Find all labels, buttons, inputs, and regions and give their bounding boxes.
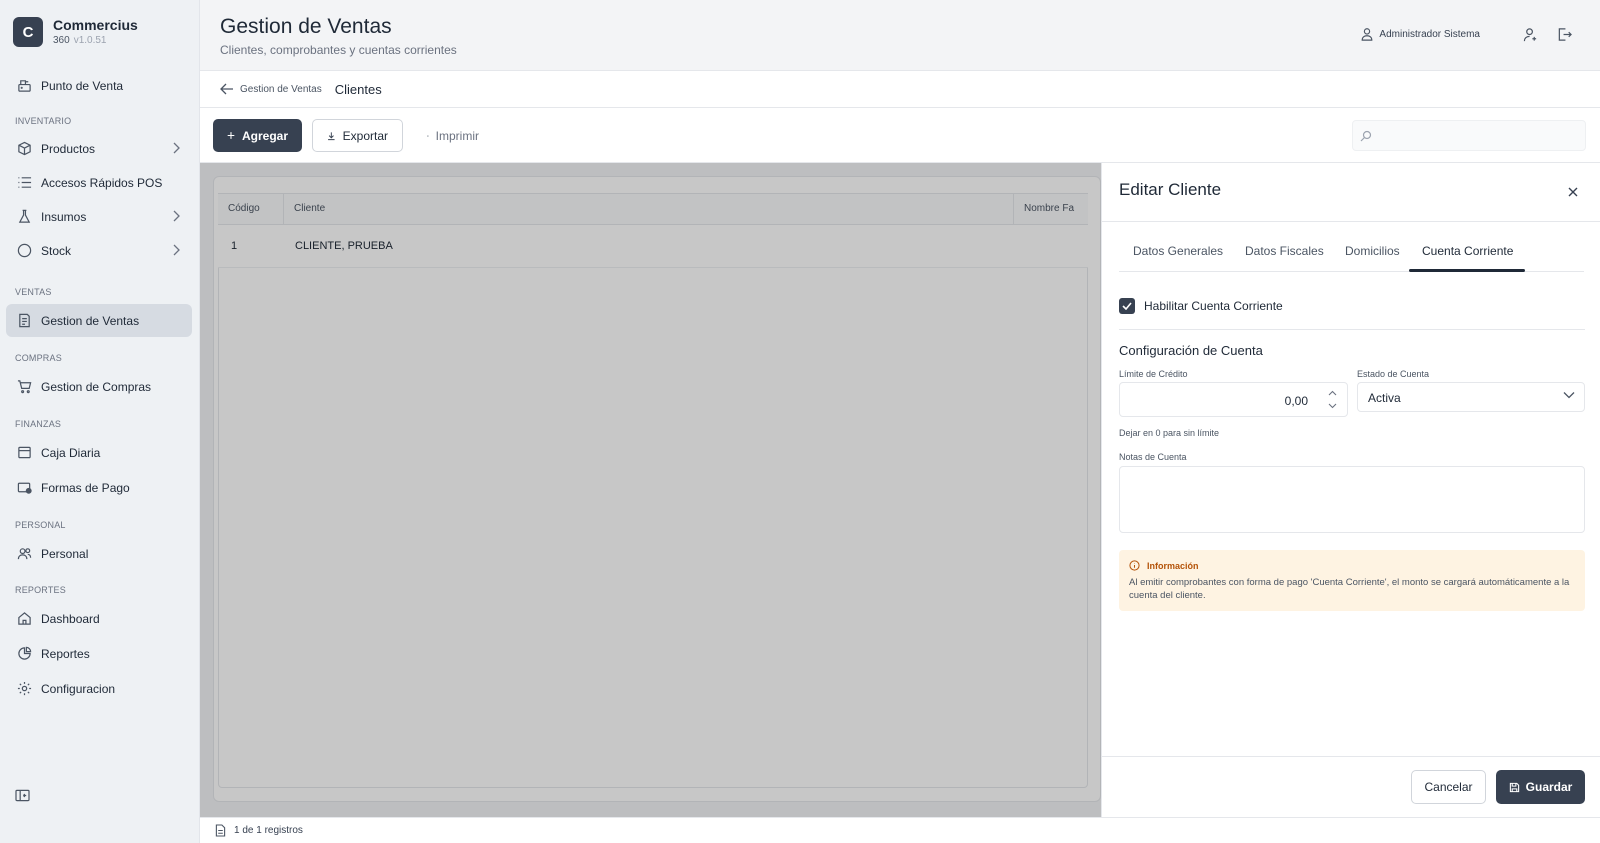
- nav-section-personal: PERSONAL: [15, 520, 66, 530]
- brand-version: v1.0.51: [73, 35, 107, 46]
- print-button[interactable]: Imprimir: [413, 119, 493, 152]
- cancel-button[interactable]: Cancelar: [1411, 770, 1486, 804]
- modal-backdrop[interactable]: [200, 163, 1101, 817]
- info-alert: Información Al emitir comprobantes con f…: [1119, 550, 1585, 611]
- nav-section-compras: COMPRAS: [15, 353, 62, 363]
- breadcrumb: Gestion de Ventas Clientes: [200, 71, 1600, 108]
- chart-icon: [16, 646, 32, 662]
- close-icon[interactable]: [1568, 184, 1578, 200]
- chevron-right-icon: [173, 244, 180, 256]
- sidebar-item-productos[interactable]: Productos: [6, 132, 192, 165]
- shopping-cart-icon: [16, 379, 32, 395]
- user-name: Administrador Sistema: [1379, 28, 1480, 40]
- notas-textarea[interactable]: [1119, 466, 1585, 533]
- tab-datos-fiscales[interactable]: Datos Fiscales: [1245, 244, 1324, 258]
- plus-icon: [227, 132, 235, 139]
- nav-section-ventas: VENTAS: [15, 287, 52, 297]
- tab-datos-generales[interactable]: Datos Generales: [1133, 244, 1223, 258]
- sidebar: C Commercius 360 v1.0.51 Punto de Venta I…: [0, 0, 200, 843]
- receipt-icon: [16, 313, 32, 329]
- sidebar-item-accesos-rapidos[interactable]: Accesos Rápidos POS: [6, 166, 192, 199]
- estado-cuenta-select[interactable]: Activa: [1357, 382, 1585, 412]
- list-icon: [16, 175, 32, 191]
- flask-icon: [16, 209, 32, 225]
- sidebar-item-formas-de-pago[interactable]: Formas de Pago: [6, 471, 192, 504]
- circle-icon: [16, 243, 32, 259]
- search-input[interactable]: [1352, 120, 1586, 151]
- topbar: Gestion de Ventas Clientes, comprobantes…: [200, 0, 1600, 71]
- nav-section-reportes: REPORTES: [15, 585, 66, 595]
- sidebar-item-gestion-compras[interactable]: Gestion de Compras: [6, 370, 192, 403]
- limite-credito-label: Límite de Crédito: [1119, 369, 1188, 379]
- chevron-right-icon: [173, 210, 180, 222]
- page-subtitle: Clientes, comprobantes y cuentas corrien…: [220, 43, 457, 57]
- limite-credito-input[interactable]: 0,00: [1119, 382, 1348, 417]
- page-title: Gestion de Ventas: [220, 15, 392, 38]
- breadcrumb-current: Clientes: [334, 81, 382, 97]
- box-icon: [16, 141, 32, 157]
- spin-up-icon: [1328, 390, 1337, 396]
- document-icon: [215, 824, 226, 837]
- save-button[interactable]: Guardar: [1496, 770, 1585, 804]
- info-text: Al emitir comprobantes con forma de pago…: [1129, 577, 1570, 601]
- checkbox-label: Habilitar Cuenta Corriente: [1144, 299, 1283, 313]
- sidebar-collapse-icon[interactable]: [15, 789, 30, 807]
- records-count: 1 de 1 registros: [234, 825, 303, 836]
- add-button[interactable]: Agregar: [213, 119, 302, 152]
- brand-sub: 360 v1.0.51: [53, 35, 107, 46]
- tab-domicilios[interactable]: Domicilios: [1345, 244, 1400, 258]
- status-footer: 1 de 1 registros: [200, 817, 1600, 843]
- cash-register-icon: [16, 78, 32, 94]
- estado-cuenta-value: Activa: [1368, 391, 1401, 405]
- limite-credito-value: 0,00: [1284, 394, 1308, 408]
- wallet-icon: [16, 480, 32, 496]
- brand-logo: C: [13, 17, 43, 47]
- user-settings-icon[interactable]: [1523, 27, 1538, 47]
- brand-name: Commercius: [53, 17, 138, 33]
- sidebar-item-dashboard[interactable]: Dashboard: [6, 602, 192, 635]
- drawer-tabs: Datos Generales Datos Fiscales Domicilio…: [1119, 236, 1584, 272]
- sidebar-item-personal[interactable]: Personal: [6, 537, 192, 570]
- checkbox-checked-icon: [1119, 298, 1135, 314]
- active-tab-indicator: [1409, 269, 1525, 272]
- breadcrumb-back-link[interactable]: Gestion de Ventas: [220, 83, 322, 95]
- section-title: Configuración de Cuenta: [1119, 343, 1263, 358]
- spin-down-icon: [1328, 403, 1337, 409]
- sidebar-item-gestion-ventas[interactable]: Gestion de Ventas: [6, 304, 192, 337]
- toolbar: Agregar Exportar Imprimir: [200, 108, 1600, 163]
- download-icon: [328, 131, 335, 140]
- home-icon: [16, 611, 32, 627]
- cash-box-icon: [16, 445, 32, 461]
- tab-cuenta-corriente[interactable]: Cuenta Corriente: [1422, 244, 1513, 258]
- drawer-title: Editar Cliente: [1119, 180, 1222, 199]
- sidebar-item-caja-diaria[interactable]: Caja Diaria: [6, 436, 192, 469]
- chevron-right-icon: [173, 142, 180, 154]
- export-button[interactable]: Exportar: [312, 119, 403, 152]
- arrow-left-icon: [220, 83, 233, 95]
- limite-hint: Dejar en 0 para sin límite: [1119, 428, 1220, 438]
- user-icon: [1362, 28, 1373, 41]
- nav-section-inventario: INVENTARIO: [15, 116, 72, 126]
- habilitar-cuenta-checkbox[interactable]: Habilitar Cuenta Corriente: [1119, 298, 1283, 314]
- nav-section-finanzas: FINANZAS: [15, 419, 62, 429]
- info-title: Información: [1129, 560, 1199, 571]
- sidebar-item-reportes[interactable]: Reportes: [6, 637, 192, 670]
- search-icon: [1360, 130, 1372, 142]
- edit-client-drawer: Editar Cliente Datos Generales Datos Fis…: [1101, 163, 1600, 817]
- gear-icon: [16, 681, 32, 697]
- chevron-down-icon: [1563, 392, 1575, 399]
- notas-label: Notas de Cuenta: [1119, 452, 1187, 462]
- users-icon: [16, 546, 32, 562]
- info-icon: [1129, 560, 1140, 571]
- logout-icon[interactable]: [1557, 27, 1572, 47]
- brand: C Commercius 360 v1.0.51: [0, 0, 199, 64]
- sidebar-item-configuracion[interactable]: Configuracion: [6, 672, 192, 705]
- user-menu[interactable]: Administrador Sistema: [1360, 27, 1480, 41]
- sidebar-item-punto-de-venta[interactable]: Punto de Venta: [6, 69, 192, 102]
- sidebar-item-insumos[interactable]: Insumos: [6, 200, 192, 233]
- printer-icon: [427, 134, 429, 137]
- estado-cuenta-label: Estado de Cuenta: [1357, 369, 1430, 379]
- save-icon: [1509, 782, 1519, 792]
- sidebar-item-stock[interactable]: Stock: [6, 234, 192, 267]
